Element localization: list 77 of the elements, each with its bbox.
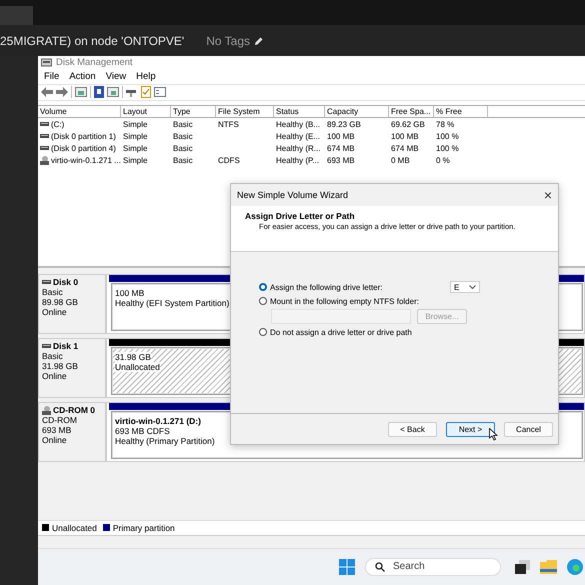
- table-cell: 0 %: [436, 156, 450, 165]
- menu-item[interactable]: View: [106, 71, 126, 82]
- table-cell: 100 MB: [327, 132, 355, 141]
- table-cell: 100 MB: [391, 132, 419, 141]
- legend-label: Unallocated: [52, 522, 97, 533]
- table-cell: Simple: [123, 132, 148, 141]
- column-header[interactable]: File System: [216, 106, 274, 118]
- window-title: Disk Management: [56, 57, 133, 68]
- column-header[interactable]: Capacity: [325, 106, 389, 118]
- disk-name: Disk 1: [53, 341, 78, 352]
- table-cell: Basic: [173, 144, 193, 153]
- tags-label[interactable]: No Tags: [206, 34, 250, 48]
- table-cell: Basic: [173, 120, 193, 129]
- dialog-heading: Assign Drive Letter or Path: [245, 211, 356, 221]
- option-label[interactable]: Mount in the following empty NTFS folder:: [270, 296, 450, 306]
- partition-info: 31.98 GB: [115, 352, 151, 362]
- partition-info: Healthy (EFI System Partition): [115, 298, 230, 308]
- table-cell: Healthy (E...: [276, 132, 320, 141]
- dialog-button[interactable]: Cancel: [504, 422, 553, 436]
- option-label[interactable]: Do not assign a drive letter or drive path: [270, 328, 450, 336]
- disk-name: Disk 0: [53, 277, 78, 288]
- disk-info: 693 MB: [42, 425, 72, 436]
- table-cell: 100 %: [436, 144, 459, 153]
- table-cell: (Disk 0 partition 4): [51, 144, 116, 153]
- table-cell: Simple: [123, 120, 148, 129]
- table-cell: Simple: [123, 156, 148, 165]
- menu-item[interactable]: Action: [69, 71, 96, 82]
- option-label[interactable]: Assign the following drive letter:: [270, 282, 450, 292]
- dialog-button[interactable]: Next >: [446, 422, 495, 436]
- disk-info: Online: [42, 371, 68, 382]
- disk-info: 31.98 GB: [42, 361, 79, 372]
- table-cell: 89.23 GB: [327, 120, 361, 129]
- table-cell: 674 MB: [327, 144, 355, 153]
- disk-info: CD-ROM: [42, 415, 78, 426]
- table-cell: (Disk 0 partition 1): [51, 132, 116, 141]
- column-header[interactable]: Volume: [38, 106, 121, 118]
- partition-info: 100 MB: [115, 288, 144, 298]
- table-cell: Basic: [173, 156, 193, 165]
- disk-info: 89.98 GB: [42, 297, 79, 308]
- partition-info: 693 MB CDFS: [115, 426, 170, 436]
- table-cell: 100 %: [436, 132, 459, 141]
- legend-label: Primary partition: [112, 522, 175, 533]
- menu-item[interactable]: File: [44, 71, 60, 82]
- menu-item[interactable]: Help: [136, 71, 156, 82]
- disk-info: Online: [42, 435, 68, 446]
- partition-info: Healthy (Primary Partition): [115, 436, 215, 446]
- table-cell: Healthy (R...: [276, 144, 320, 153]
- partition-title: virtio-win-0.1.271 (D:): [115, 416, 201, 426]
- table-cell: 693 MB: [327, 156, 355, 165]
- table-cell: 674 MB: [391, 144, 419, 153]
- table-cell: Healthy (P...: [276, 156, 319, 165]
- column-header[interactable]: Layout: [121, 106, 171, 118]
- dialog-title: New Simple Volume Wizard: [237, 190, 348, 200]
- table-cell: 78 %: [436, 120, 454, 129]
- table-cell: virtio-win-0.1.271 ...: [51, 156, 121, 165]
- disk-info: Online: [42, 307, 68, 318]
- table-cell: NTFS: [218, 120, 239, 129]
- drive-letter-dropdown[interactable]: E: [450, 281, 480, 293]
- table-cell: 0 MB: [391, 156, 410, 165]
- table-cell: Simple: [123, 144, 148, 153]
- column-header[interactable]: Type: [171, 106, 216, 118]
- vm-title: 25MIGRATE) on node 'ONTOPVE': [0, 34, 184, 48]
- disk-info: Basic: [42, 287, 64, 298]
- dialog-button[interactable]: < Back: [388, 422, 437, 436]
- table-cell: 69.62 GB: [391, 120, 425, 129]
- table-cell: Healthy (B...: [276, 120, 320, 129]
- column-header[interactable]: Free Spa...: [389, 106, 434, 118]
- partition-info: Unallocated: [115, 362, 160, 372]
- table-cell: (C:): [51, 120, 64, 129]
- disk-info: Basic: [42, 351, 64, 362]
- search-field[interactable]: Search: [365, 558, 501, 576]
- close-button[interactable]: ×: [544, 187, 552, 203]
- disk-name: CD-ROM 0: [53, 405, 96, 416]
- column-header[interactable]: % Free: [434, 106, 488, 118]
- column-header[interactable]: Status: [274, 106, 325, 118]
- table-cell: CDFS: [218, 156, 240, 165]
- table-cell: Basic: [173, 132, 193, 141]
